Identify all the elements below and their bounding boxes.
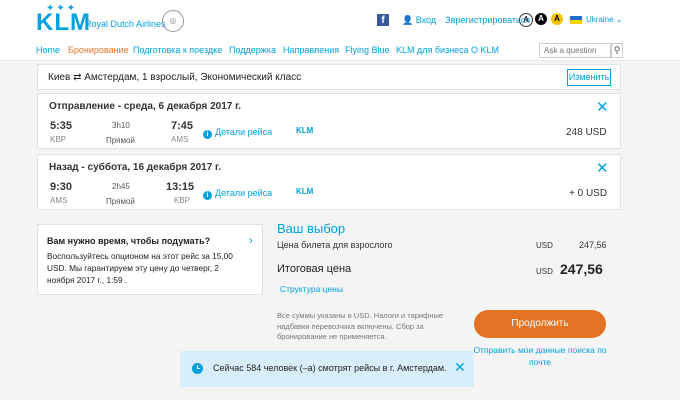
- flight-details-label: Детали рейса: [215, 188, 273, 198]
- departure-time: 9:30: [50, 181, 73, 193]
- adult-fare-currency: USD: [536, 241, 553, 250]
- nav-item-booking[interactable]: Бронирование: [68, 45, 129, 55]
- chevron-down-icon: ⌄: [615, 15, 623, 24]
- search-input[interactable]: [539, 43, 611, 58]
- return-flight-card: Назад - суббота, 16 декабря 2017 г. ✕ 9:…: [37, 154, 621, 210]
- klm-logo[interactable]: KLM: [36, 9, 91, 37]
- carrier-logo: KLM: [296, 126, 314, 135]
- arrival-airport: AMS: [171, 135, 189, 144]
- nav-item-prepare[interactable]: Подготовка к поездке: [133, 45, 222, 55]
- departure-airport: KBP: [50, 135, 67, 144]
- trip-summary-text: Киев ⇄ Амстердам, 1 взрослый, Экономичес…: [48, 72, 302, 83]
- chevron-right-icon: ›: [249, 235, 253, 247]
- outbound-flight-card: Отправление - среда, 6 декабря 2017 г. ✕…: [37, 93, 621, 149]
- accessibility-dark-button[interactable]: A: [535, 13, 547, 25]
- page: ✦✦✦ KLM Royal Dutch Airlines ◎ f 👤 Вход …: [0, 0, 680, 400]
- clock-icon: [192, 363, 203, 374]
- language-selector[interactable]: Ukraine ⌄: [586, 15, 623, 24]
- adult-fare-value: 247,56: [579, 240, 607, 250]
- skyteam-icon: ◎: [162, 10, 184, 32]
- notification-text: Сейчас 584 человек (–а) смотрят рейсы в …: [213, 363, 447, 373]
- info-icon: i: [203, 191, 212, 200]
- close-icon[interactable]: ✕: [596, 159, 609, 177]
- return-title: Назад - суббота, 16 декабря 2017 г.: [49, 162, 222, 173]
- trip-summary: Киев ⇄ Амстердам, 1 взрослый, Экономичес…: [37, 64, 621, 90]
- flight-details-label: Детали рейса: [215, 127, 273, 137]
- viewers-notification: Сейчас 584 человек (–а) смотрят рейсы в …: [180, 351, 474, 387]
- email-search-link[interactable]: Отправить мои данные поиска по почте: [470, 344, 610, 368]
- carrier-logo: KLM: [296, 187, 314, 196]
- top-header: ✦✦✦ KLM Royal Dutch Airlines ◎ f 👤 Вход …: [0, 0, 680, 42]
- hold-option-card[interactable]: Вам нужно время, чтобы подумать? Восполь…: [37, 224, 263, 295]
- arrival-time: 7:45: [171, 120, 194, 132]
- continue-button[interactable]: Продолжить: [474, 310, 606, 338]
- price-disclaimer: Все суммы указаны в USD. Налоги и тарифн…: [277, 311, 444, 341]
- nav-item-flying-blue[interactable]: Flying Blue: [345, 45, 390, 55]
- total-price-label: Итоговая цена: [277, 263, 352, 275]
- nav-item-about[interactable]: О KLM: [471, 45, 499, 55]
- flight-details-link[interactable]: i Детали рейса: [203, 127, 272, 139]
- accessibility-yellow-button[interactable]: A: [551, 13, 563, 25]
- ukraine-flag-icon: [570, 16, 582, 24]
- total-price-value: 247,56: [560, 261, 603, 277]
- hold-option-text: Воспользуйтесь опционом на этот рейс за …: [47, 251, 233, 285]
- flight-type: Прямой: [106, 136, 135, 145]
- language-label: Ukraine: [586, 15, 614, 24]
- user-icon: 👤: [402, 15, 416, 25]
- accessibility-normal-button[interactable]: A: [519, 13, 533, 27]
- your-choice-title: Ваш выбор: [277, 221, 346, 236]
- flight-duration: 3h10: [112, 121, 130, 130]
- nav-item-destinations[interactable]: Направления: [283, 45, 339, 55]
- departure-time: 5:35: [50, 120, 73, 132]
- price-structure-link[interactable]: Структура цены: [280, 284, 343, 294]
- nav-item-home[interactable]: Home: [36, 45, 60, 55]
- close-icon[interactable]: ✕: [596, 98, 609, 116]
- nav-item-business[interactable]: KLM для бизнеса: [396, 45, 469, 55]
- flight-type: Прямой: [106, 197, 135, 206]
- return-price: + 0 USD: [569, 188, 608, 199]
- arrival-time: 13:15: [166, 181, 195, 193]
- register-link[interactable]: Зарегистрироваться: [445, 15, 530, 25]
- flight-details-link[interactable]: i Детали рейса: [203, 188, 272, 200]
- departure-airport: AMS: [50, 196, 68, 205]
- info-icon: i: [203, 130, 212, 139]
- arrival-airport: KBP: [174, 196, 191, 205]
- total-price-currency: USD: [536, 267, 553, 276]
- nav-item-support[interactable]: Поддержка: [229, 45, 276, 55]
- outbound-title: Отправление - среда, 6 декабря 2017 г.: [49, 101, 242, 112]
- change-button[interactable]: Изменить: [567, 69, 611, 86]
- flight-duration: 2h45: [112, 182, 130, 191]
- adult-fare-label: Цена билета для взрослого: [277, 240, 393, 250]
- outbound-price: 248 USD: [566, 127, 607, 138]
- login-label: Вход: [415, 15, 437, 25]
- facebook-icon[interactable]: f: [377, 14, 389, 26]
- hold-option-title: Вам нужно время, чтобы подумать?: [47, 236, 211, 246]
- logo-tagline: Royal Dutch Airlines: [85, 19, 166, 29]
- search-icon[interactable]: ⚲: [611, 43, 623, 58]
- login-link[interactable]: 👤 Вход: [402, 15, 436, 26]
- close-icon[interactable]: ✕: [454, 359, 466, 376]
